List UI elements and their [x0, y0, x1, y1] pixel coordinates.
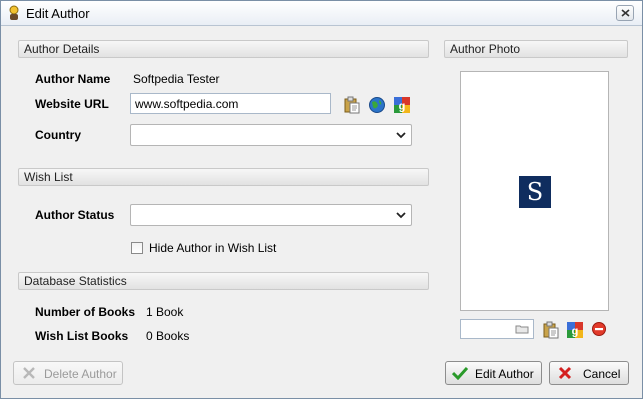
close-icon	[621, 9, 630, 17]
wish-list-books-label: Wish List Books	[35, 329, 129, 343]
cancel-button[interactable]: Cancel	[549, 361, 629, 385]
softpedia-logo: S	[519, 176, 551, 208]
database-statistics-header: Database Statistics	[18, 272, 429, 290]
title-bar[interactable]: Edit Author	[1, 1, 642, 26]
hide-author-checkbox[interactable]	[131, 242, 143, 254]
website-url-input[interactable]	[130, 93, 331, 114]
author-name-label: Author Name	[35, 72, 111, 86]
hide-author-label[interactable]: Hide Author in Wish List	[149, 241, 276, 255]
window-title: Edit Author	[26, 6, 90, 21]
globe-icon[interactable]	[368, 96, 386, 114]
number-of-books-value: 1 Book	[146, 305, 184, 319]
edit-author-label: Edit Author	[475, 367, 534, 381]
edit-author-button[interactable]: Edit Author	[445, 361, 542, 385]
cancel-label: Cancel	[583, 367, 621, 381]
paste-icon[interactable]	[343, 96, 361, 114]
website-url-label: Website URL	[35, 97, 109, 111]
chevron-down-icon	[396, 212, 406, 219]
edit-author-dialog: Edit Author Author Details Author Name S…	[0, 0, 643, 399]
author-name-value: Softpedia Tester	[133, 72, 220, 86]
folder-icon	[515, 325, 529, 334]
checkmark-icon	[452, 366, 468, 380]
paste-icon[interactable]	[542, 321, 560, 339]
cancel-icon	[558, 366, 572, 380]
country-select[interactable]	[130, 124, 412, 146]
author-status-label: Author Status	[35, 208, 115, 222]
number-of-books-label: Number of Books	[35, 305, 136, 319]
svg-text:g: g	[399, 101, 406, 113]
google-icon[interactable]: g	[566, 321, 584, 339]
delete-author-button[interactable]: Delete Author	[13, 361, 123, 385]
author-photo-header: Author Photo	[444, 40, 628, 58]
photo-path-input[interactable]	[460, 319, 534, 339]
remove-icon[interactable]	[591, 321, 609, 339]
close-button[interactable]	[616, 5, 634, 21]
author-status-select[interactable]	[130, 204, 412, 226]
wish-list-header: Wish List	[18, 168, 429, 186]
author-details-header: Author Details	[18, 40, 429, 58]
delete-author-label: Delete Author	[44, 367, 117, 381]
author-app-icon	[7, 5, 21, 21]
wish-list-books-value: 0 Books	[146, 329, 190, 343]
chevron-down-icon	[396, 132, 406, 139]
svg-text:g: g	[572, 326, 579, 338]
author-photo-frame[interactable]: S	[460, 71, 609, 311]
google-icon[interactable]: g	[393, 96, 411, 114]
delete-icon	[23, 367, 35, 379]
country-label: Country	[35, 128, 81, 142]
